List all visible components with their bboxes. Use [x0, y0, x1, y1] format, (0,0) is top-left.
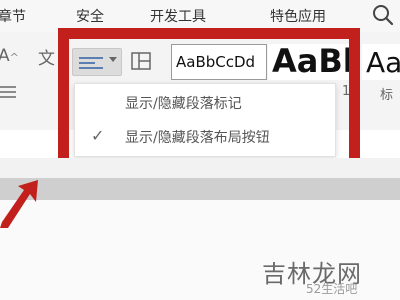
- list-icon: [0, 86, 16, 98]
- pinyin-guide-button[interactable]: 文: [38, 44, 55, 69]
- tab-dev-tools[interactable]: 开发工具: [150, 6, 206, 26]
- search-button[interactable]: [370, 2, 398, 28]
- page: 章节 安全 开发工具 特色应用 A^ 文 AaBbCcDd AaBb Aa 1 …: [0, 0, 400, 300]
- highlight-frame: [58, 28, 360, 170]
- tab-security[interactable]: 安全: [76, 6, 104, 26]
- watermark-subtext: 52生活吧: [306, 282, 358, 296]
- tab-chapter[interactable]: 章节: [0, 6, 26, 26]
- search-icon: [373, 5, 394, 26]
- annotation-arrow-icon: [0, 180, 38, 228]
- tab-features[interactable]: 特色应用: [270, 6, 326, 26]
- bullet-list-button[interactable]: [0, 84, 20, 104]
- font-size-glyph: A: [0, 46, 10, 66]
- style-heading-2[interactable]: Aa: [362, 44, 400, 80]
- document-gutter: [0, 178, 400, 200]
- font-size-sup: ^: [9, 51, 19, 64]
- document-toolbar-strip: [0, 158, 400, 178]
- heading-2-caption: 标: [380, 88, 394, 103]
- pinyin-glyph: 文: [38, 49, 55, 69]
- font-size-increase-button[interactable]: A^: [0, 46, 19, 66]
- style-heading-2-preview: Aa: [366, 46, 400, 79]
